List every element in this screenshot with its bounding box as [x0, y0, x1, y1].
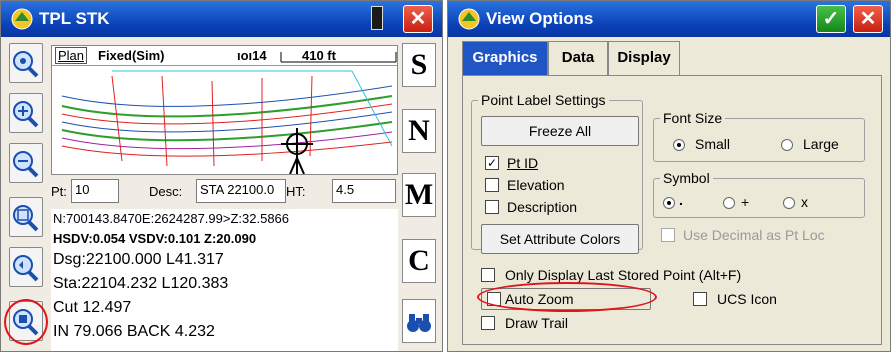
- pt-input[interactable]: 10: [71, 179, 119, 203]
- window-title: View Options: [486, 9, 594, 28]
- zoom-extents-button[interactable]: [9, 43, 43, 83]
- desc-input[interactable]: STA 22100.0: [196, 179, 286, 203]
- ucs-icon-checkbox[interactable]: [693, 292, 707, 306]
- title-bar: View Options ✓ ✕: [448, 1, 890, 37]
- font-large-radio[interactable]: [781, 139, 793, 151]
- draw-trail-checkbox[interactable]: [481, 316, 495, 330]
- battery-icon: [371, 6, 383, 30]
- font-size-label: Font Size: [660, 110, 726, 126]
- close-button[interactable]: ✕: [403, 5, 433, 33]
- only-display-last-label: Only Display Last Stored Point (Alt+F): [505, 267, 742, 283]
- m-button[interactable]: M: [402, 173, 436, 217]
- highlight-circle: [4, 299, 48, 345]
- symbol-plus-radio[interactable]: [723, 197, 735, 209]
- desc-label: Desc:: [149, 184, 183, 199]
- only-display-last-checkbox[interactable]: [481, 268, 495, 282]
- symbol-x-radio[interactable]: [783, 197, 795, 209]
- map-view[interactable]: Plan Fixed(Sim) ıoı14 410 ft: [51, 45, 398, 175]
- symbol-dot-radio[interactable]: [663, 197, 675, 209]
- stakeout-window: TPL STK ✕ Plan Fixed(Sim) ıoı14 410 ft P…: [0, 0, 443, 352]
- scale-bar-icon: [280, 52, 397, 63]
- c-button[interactable]: C: [402, 239, 436, 283]
- station-line: Sta:22104.232 L120.383: [53, 275, 229, 292]
- stakeout-info: N:700143.8470E:2624287.99>Z:32.5866 HSDV…: [51, 209, 398, 351]
- tab-display[interactable]: Display: [608, 41, 680, 75]
- satellite-icon: ıoı: [237, 48, 253, 63]
- tab-graphics[interactable]: Graphics: [462, 41, 548, 75]
- binoculars-icon: [407, 314, 431, 332]
- set-attribute-colors-button[interactable]: Set Attribute Colors: [481, 224, 639, 254]
- close-button[interactable]: ✕: [853, 5, 883, 33]
- ht-label: HT:: [286, 184, 306, 199]
- elevation-label: Elevation: [507, 177, 565, 193]
- map-status-bar: Plan Fixed(Sim) ıoı14 410 ft: [52, 46, 397, 66]
- app-logo-icon: [11, 8, 33, 30]
- zoom-previous-button[interactable]: [9, 247, 43, 287]
- font-large-label: Large: [803, 136, 839, 152]
- coordinate-line: N:700143.8470E:2624287.99>Z:32.5866: [53, 211, 290, 226]
- cut-line: Cut 12.497: [53, 299, 132, 316]
- zoom-window-button[interactable]: [9, 197, 43, 237]
- ucs-icon-label: UCS Icon: [717, 291, 777, 307]
- ht-input[interactable]: 4.5: [332, 179, 396, 203]
- window-title: TPL STK: [39, 9, 110, 28]
- freeze-all-button[interactable]: Freeze All: [481, 116, 639, 146]
- pt-label: Pt:: [51, 184, 67, 199]
- use-decimal-checkbox[interactable]: [661, 228, 675, 242]
- zoom-extents-icon: [13, 51, 39, 78]
- plan-tab[interactable]: Plan: [55, 47, 88, 64]
- zoom-out-button[interactable]: [9, 143, 43, 183]
- elevation-checkbox[interactable]: [485, 178, 499, 192]
- zoom-in-button[interactable]: [9, 93, 43, 133]
- alignment-drawing: [61, 70, 393, 174]
- symbol-x-label: x: [801, 194, 808, 210]
- zoom-out-icon: [13, 151, 39, 178]
- zoom-window-icon: [13, 205, 39, 232]
- symbol-plus-label: +: [741, 194, 750, 210]
- symbol-group: Symbol: [653, 170, 865, 218]
- point-fields: Pt: 10 Desc: STA 22100.0 HT: 4.5: [51, 177, 398, 207]
- use-decimal-label: Use Decimal as Pt Loc: [683, 227, 825, 243]
- graphics-tab-content: Point Label Settings Freeze All ✓ Pt ID …: [462, 75, 882, 345]
- font-small-label: Small: [695, 136, 731, 152]
- satellite-count: ıoı14: [237, 48, 267, 63]
- binoculars-button[interactable]: [402, 299, 436, 343]
- s-button[interactable]: S: [402, 43, 436, 87]
- design-station-line: Dsg:22100.000 L41.317: [53, 251, 224, 268]
- highlight-ellipse: [477, 282, 657, 312]
- point-label-settings-label: Point Label Settings: [478, 92, 609, 108]
- n-button[interactable]: N: [402, 109, 436, 153]
- title-bar: TPL STK ✕: [1, 1, 442, 37]
- zoom-previous-icon: [13, 255, 39, 282]
- symbol-dot-label: .: [679, 192, 683, 208]
- font-small-radio[interactable]: [673, 139, 685, 151]
- view-options-window: View Options ✓ ✕ Graphics Data Display P…: [447, 0, 891, 352]
- description-label: Description: [507, 199, 578, 215]
- symbol-label: Symbol: [660, 170, 713, 186]
- description-checkbox[interactable]: [485, 200, 499, 214]
- precision-line: HSDV:0.054 VSDV:0.101 Z:20.090: [53, 231, 257, 246]
- fix-status: Fixed(Sim): [98, 48, 165, 63]
- app-logo-icon: [458, 8, 480, 30]
- draw-trail-label: Draw Trail: [505, 315, 569, 331]
- zoom-in-icon: [13, 101, 39, 128]
- pt-id-label: Pt ID: [507, 155, 539, 171]
- in-back-line: IN 79.066 BACK 4.232: [53, 323, 215, 340]
- pt-id-checkbox[interactable]: ✓: [485, 156, 499, 170]
- tab-data[interactable]: Data: [548, 41, 608, 75]
- ok-button[interactable]: ✓: [816, 5, 846, 33]
